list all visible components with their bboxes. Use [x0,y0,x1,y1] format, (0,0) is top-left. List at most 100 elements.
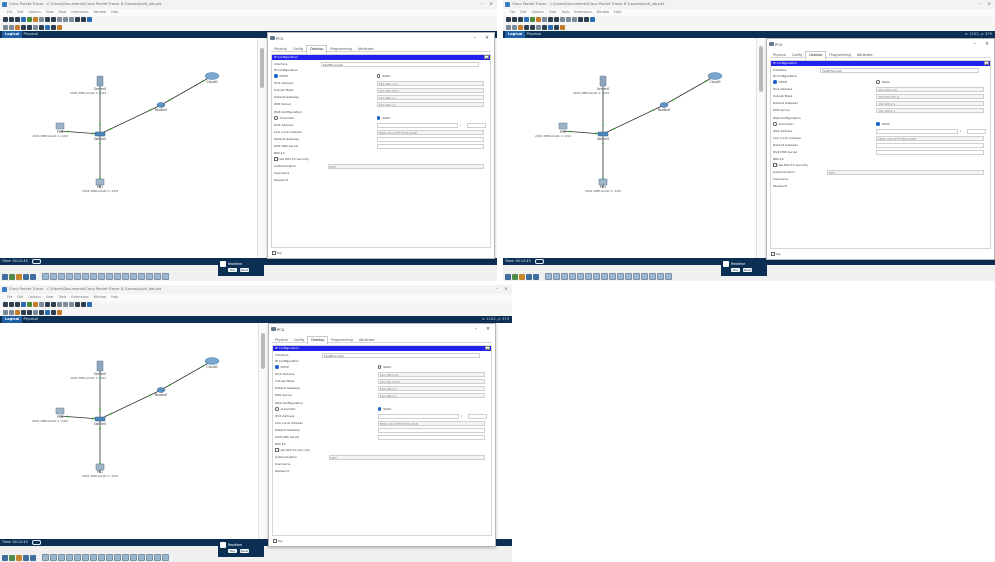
workspace-scrollbar[interactable] [257,38,265,258]
device-model-icon[interactable] [617,273,625,280]
tab-programming[interactable]: Programming [328,337,355,344]
ipv4-address-input[interactable]: 192.168.1.10 [376,80,484,86]
automatic-radio[interactable]: Automatic [275,406,296,412]
tab-physical[interactable]: Physical [272,337,291,344]
menu-item-window[interactable]: Window [94,10,107,14]
pdu-icon[interactable] [87,17,92,22]
rectangle-tool-icon[interactable] [39,310,44,315]
ip-configuration-close-button[interactable]: X [485,346,490,351]
copy-icon[interactable] [536,17,541,22]
logical-tab[interactable]: Logical [505,31,526,38]
realtime-mode-icon[interactable] [31,258,41,264]
zoom-in-icon[interactable] [57,17,62,22]
network-devices-icon[interactable] [505,274,511,280]
rectangle-tool-icon[interactable] [39,25,44,30]
menu-item-view[interactable]: View [46,10,54,14]
default-gateway-input[interactable]: 192.168.1.1 [876,100,984,106]
copy-icon[interactable] [33,302,38,307]
top-checkbox[interactable]: Top [273,538,283,544]
device-model-icon[interactable] [569,273,577,280]
tab-programming[interactable]: Programming [826,52,853,59]
ipv4-address-input[interactable]: 192.168.1.10 [876,86,984,92]
custom-devices-icon[interactable] [584,17,589,22]
close-icon[interactable]: × [504,285,508,294]
device-model-icon[interactable] [162,554,170,561]
dialog-minimize-icon[interactable]: – [974,39,976,50]
authentication-select[interactable]: MD5 [826,169,984,175]
ellipse-tool-icon[interactable] [45,310,50,315]
menu-item-view[interactable]: View [549,10,557,14]
device-model-icon[interactable] [58,554,66,561]
reset-button[interactable]: Reset [743,268,752,272]
device-model-icon[interactable] [601,273,609,280]
line-tool-icon[interactable] [536,25,541,30]
device-model-icon[interactable] [625,273,633,280]
resize-tool-icon[interactable] [524,25,529,30]
custom-devices-icon[interactable] [81,17,86,22]
device-model-icon[interactable] [609,273,617,280]
scrollbar-thumb[interactable] [260,48,264,88]
menu-item-extensions[interactable]: Extensions [71,295,88,299]
device-model-icon[interactable] [138,554,146,561]
device-model-icon[interactable] [577,273,585,280]
paste-icon[interactable] [542,17,547,22]
simple-pdu-icon[interactable] [57,310,62,315]
subnet-mask-input[interactable]: 255.255.255.0 [377,378,485,384]
device-model-icon[interactable] [42,554,50,561]
line-tool-icon[interactable] [33,25,38,30]
tab-attributes[interactable]: Attributes [854,52,876,59]
open-file-icon[interactable] [9,17,14,22]
device-model-icon[interactable] [106,554,114,561]
device-model-icon[interactable] [122,554,130,561]
device-model-icon[interactable] [42,273,50,280]
delete-tool-icon[interactable] [15,310,20,315]
subnet-mask-input[interactable]: 255.255.255.0 [376,87,484,93]
delete-tool-icon[interactable] [15,25,20,30]
device-model-icon[interactable] [66,554,74,561]
components-icon[interactable] [519,274,525,280]
logical-tab[interactable]: Logical [2,31,23,38]
components-icon[interactable] [16,274,22,280]
device-model-icon[interactable] [90,554,98,561]
inspect-tool-icon[interactable] [9,310,14,315]
physical-tab[interactable]: Physical [24,32,39,36]
ipv6-dns-input[interactable] [377,434,485,440]
zoom-reset-icon[interactable] [63,302,68,307]
dhcp-radio[interactable]: DHCP [773,79,787,85]
print-icon[interactable] [21,17,26,22]
device-model-icon[interactable] [130,554,138,561]
device-model-icon[interactable] [146,273,154,280]
default-gateway-input[interactable]: 192.168.1.1 [376,94,484,100]
menu-item-file[interactable]: File [7,10,12,14]
menu-item-window[interactable]: Window [597,10,610,14]
minimize-icon[interactable]: – [496,285,498,294]
ipv6-dns-input[interactable] [876,149,984,155]
select-tool-icon[interactable] [506,25,511,30]
open-file-icon[interactable] [9,302,14,307]
dns-server-input[interactable]: 192.168.1.1 [876,107,984,113]
logical-tab[interactable]: Logical [2,316,23,323]
resize-tool-icon[interactable] [21,310,26,315]
device-model-icon[interactable] [585,273,593,280]
dhcp-radio[interactable]: DHCP [275,364,289,370]
tab-desktop[interactable]: Desktop [307,336,329,345]
misc-icon[interactable] [533,274,539,280]
copy-icon[interactable] [33,17,38,22]
automatic-radio[interactable]: Automatic [773,121,794,127]
realtime-mode-icon[interactable] [534,258,544,264]
menu-item-view[interactable]: View [46,295,54,299]
ip-configuration-close-button[interactable]: X [484,55,489,60]
device-model-icon[interactable] [553,273,561,280]
select-tool-icon[interactable] [3,25,8,30]
device-model-icon[interactable] [114,273,122,280]
default-gateway-input[interactable]: 192.168.1.1 [377,385,485,391]
device-model-icon[interactable] [50,273,58,280]
tab-physical[interactable]: Physical [770,52,789,59]
paste-icon[interactable] [39,302,44,307]
ipv6-gateway-input[interactable] [876,142,984,148]
ipv6-prefix-input[interactable] [466,122,486,128]
play-button[interactable]: Play [731,268,740,272]
save-icon[interactable] [15,302,20,307]
device-model-icon[interactable] [66,273,74,280]
use-dot1x-checkbox[interactable]: Use 802.1X Security [274,156,309,162]
